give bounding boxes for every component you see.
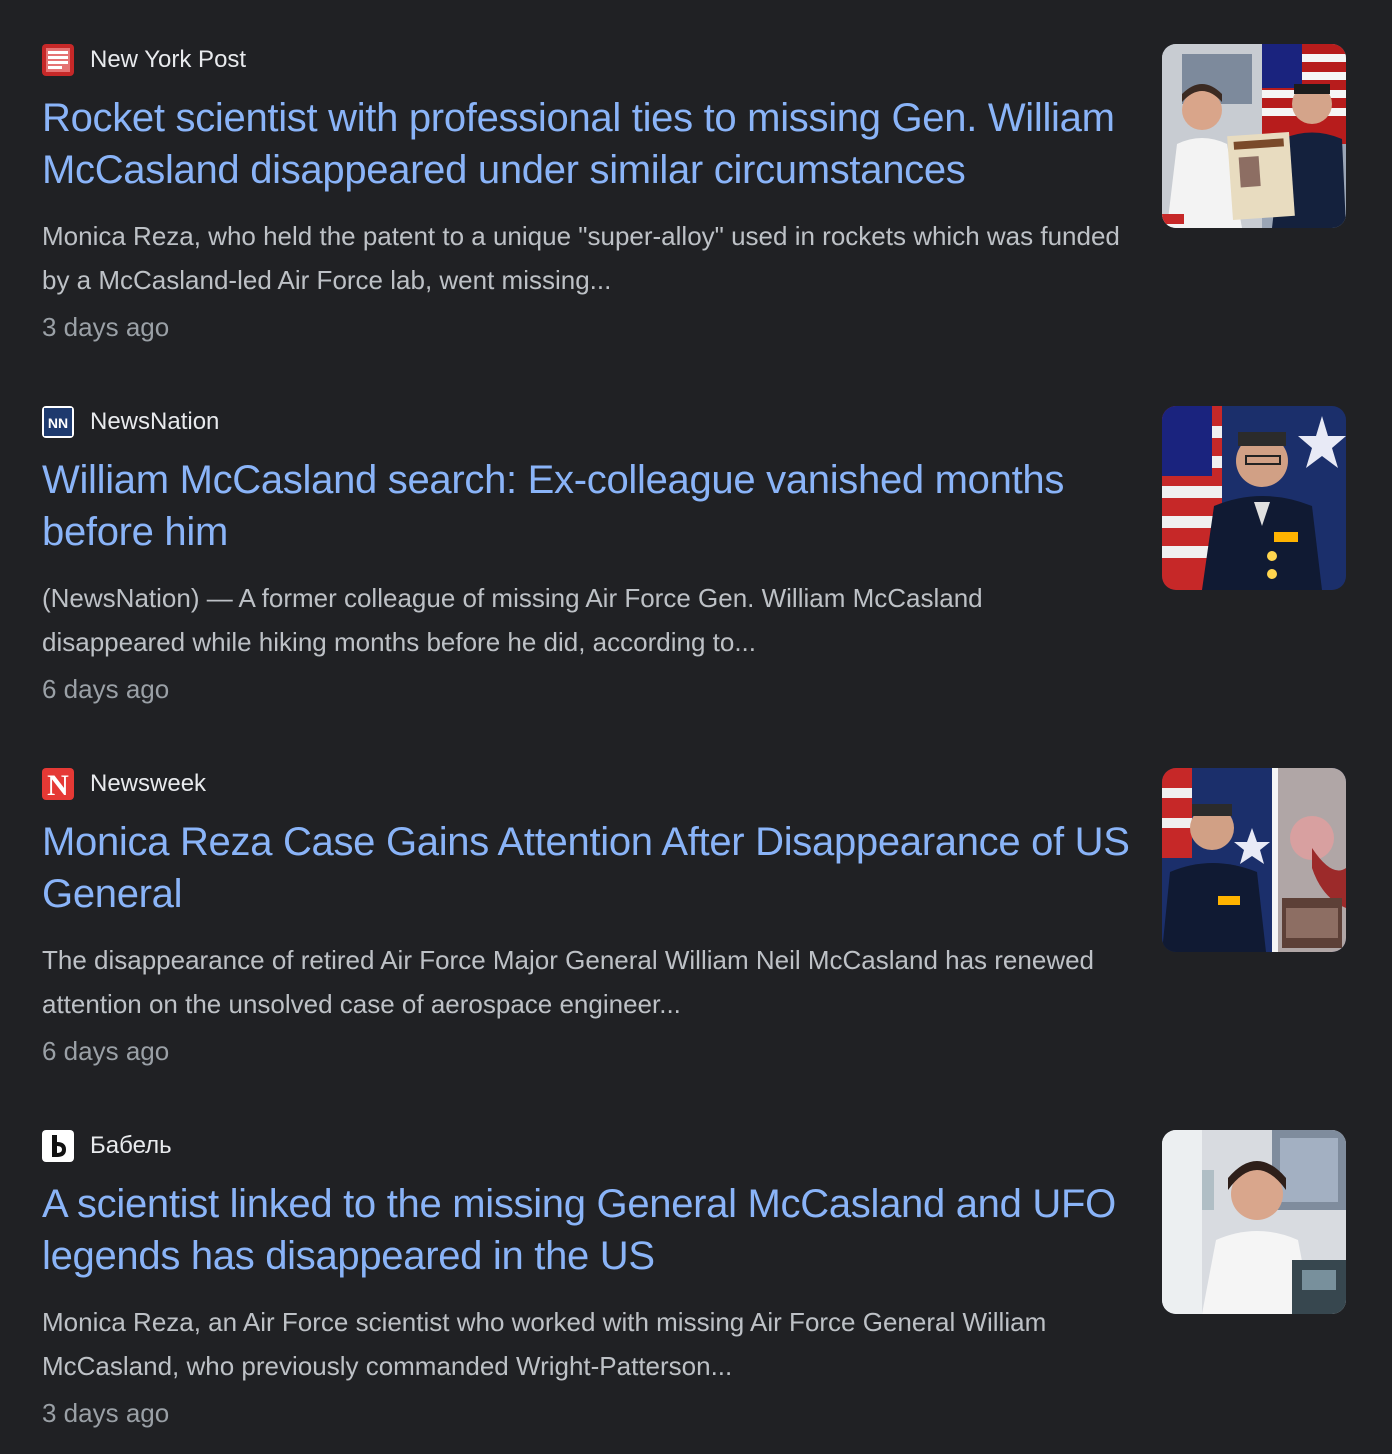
article-timestamp: 3 days ago — [42, 1398, 170, 1428]
source-row: NN NewsNation — [42, 406, 219, 438]
news-article: N Newsweek Monica Reza Case Gains Attent… — [42, 768, 1346, 1098]
source-row: Бабель — [42, 1130, 172, 1162]
source-row: N Newsweek — [42, 768, 206, 800]
babel-logo-icon — [42, 1130, 74, 1162]
article-headline-link[interactable]: Monica Reza Case Gains Attention After D… — [42, 816, 1132, 920]
article-headline-link[interactable]: William McCasland search: Ex-colleague v… — [42, 454, 1132, 558]
scientist-lab-photo[interactable] — [1162, 1130, 1346, 1314]
article-snippet: Monica Reza, an Air Force scientist who … — [42, 1307, 1047, 1381]
source-name[interactable]: Бабель — [90, 1132, 172, 1160]
newsnation-logo-icon: NN — [42, 406, 74, 438]
news-article: Бабель A scientist linked to the missing… — [42, 1130, 1346, 1454]
article-headline-link[interactable]: A scientist linked to the missing Genera… — [42, 1178, 1132, 1282]
article-snippet: (NewsNation) — A former colleague of mis… — [42, 583, 983, 657]
article-snippet: The disappearance of retired Air Force M… — [42, 945, 1095, 1019]
source-name[interactable]: Newsweek — [90, 770, 206, 798]
new-york-post-logo-icon — [42, 44, 74, 76]
article-headline-link[interactable]: Rocket scientist with professional ties … — [42, 92, 1132, 196]
svg-text:N: N — [47, 769, 69, 800]
article-snippet: Monica Reza, who held the patent to a un… — [42, 221, 1120, 295]
article-timestamp: 3 days ago — [42, 312, 170, 342]
general-and-scientist-photo[interactable] — [1162, 768, 1346, 952]
news-article: New York Post Rocket scientist with prof… — [42, 44, 1346, 374]
scientist-and-general-photo[interactable] — [1162, 44, 1346, 228]
source-name[interactable]: New York Post — [90, 46, 246, 74]
article-timestamp: 6 days ago — [42, 674, 170, 704]
article-timestamp: 6 days ago — [42, 1036, 170, 1066]
newsweek-logo-icon: N — [42, 768, 74, 800]
general-portrait-photo[interactable] — [1162, 406, 1346, 590]
svg-text:NN: NN — [48, 415, 68, 431]
news-article: NN NewsNation William McCasland search: … — [42, 406, 1346, 736]
source-row: New York Post — [42, 44, 246, 76]
source-name[interactable]: NewsNation — [90, 408, 219, 436]
